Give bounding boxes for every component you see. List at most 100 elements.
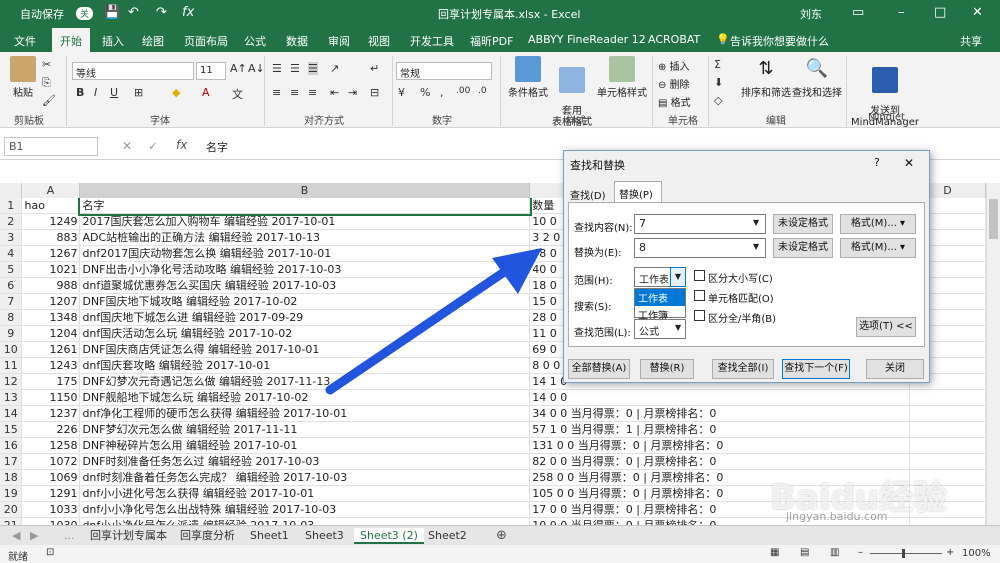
undo-icon[interactable]: ↶	[128, 5, 139, 20]
tab-replace[interactable]: 替换(P)	[614, 181, 662, 203]
replace-format-button[interactable]: 格式(M)... ▾	[840, 238, 916, 258]
orientation-icon[interactable]: ↗	[330, 62, 339, 75]
cell-c[interactable]: 57 1 0 当月得票：1 | 月票榜排名：0	[529, 421, 911, 438]
cell-a[interactable]: 1207	[21, 293, 81, 310]
align-middle-icon[interactable]: ☰	[290, 62, 300, 75]
row-header[interactable]: 1	[0, 198, 23, 214]
cell-b[interactable]: dnf时刻准备着任务怎么完成？ 编辑经验 2017-10-03	[79, 469, 531, 486]
tab-review[interactable]: 审阅	[328, 33, 350, 49]
tab-view[interactable]: 视图	[368, 33, 390, 49]
zoom-slider-thumb[interactable]	[902, 549, 905, 558]
sort-filter-button[interactable]: ⇅ 排序和筛选	[740, 56, 792, 99]
italic-button[interactable]: I	[94, 86, 97, 99]
cell-b[interactable]: DNF神秘碎片怎么用 编辑经验 2017-10-01	[79, 437, 531, 454]
find-all-button[interactable]: 查找全部(I)	[712, 359, 774, 379]
zoom-level[interactable]: 100%	[962, 548, 991, 559]
align-left-icon[interactable]: ≡	[272, 86, 281, 99]
ribbon-display-icon[interactable]: ▭	[852, 5, 864, 20]
fill-color-icon[interactable]: ◆	[172, 86, 180, 99]
conditional-format-button[interactable]: 条件格式	[506, 56, 550, 99]
enter-icon[interactable]: ✓	[148, 139, 158, 153]
replace-all-button[interactable]: 全部替换(A)	[568, 359, 630, 379]
maximize-icon[interactable]: □	[934, 5, 946, 20]
row-header[interactable]: 15	[0, 421, 23, 438]
macro-record-icon[interactable]: ⊡	[46, 547, 54, 558]
row-header[interactable]: 2	[0, 213, 23, 230]
zoom-slider[interactable]	[870, 553, 942, 554]
border-icon[interactable]: ⊞	[134, 86, 143, 99]
underline-button[interactable]: U	[110, 86, 118, 99]
cell-d[interactable]	[909, 389, 986, 406]
share-button[interactable]: 共享	[960, 33, 982, 49]
cell-a[interactable]: 1261	[21, 341, 81, 358]
sheet-tab-sheet3[interactable]: Sheet3	[305, 528, 344, 544]
format-painter-icon[interactable]: 🖌	[42, 94, 56, 107]
cell-a[interactable]: 1291	[21, 485, 81, 502]
select-all-corner[interactable]	[0, 183, 22, 198]
replace-history-dropdown-icon[interactable]: ▼	[753, 242, 759, 251]
row-header[interactable]: 3	[0, 229, 23, 246]
cell-style-button[interactable]: 单元格样式	[596, 56, 648, 99]
find-format-button[interactable]: 格式(M)... ▾	[840, 214, 916, 234]
insert-function-icon[interactable]: fx	[176, 138, 187, 152]
cell-c[interactable]: 131 0 0 当月得票：0 | 月票榜排名：0	[529, 437, 911, 454]
wrap-text-icon[interactable]: ↵	[370, 62, 379, 75]
increase-font-icon[interactable]: A↑	[230, 62, 247, 75]
cell-a[interactable]: 1033	[21, 501, 81, 518]
increase-decimal-icon[interactable]: .00	[456, 86, 470, 96]
cancel-icon[interactable]: ✕	[122, 139, 132, 153]
cell-c[interactable]: 14 0 0	[529, 389, 911, 406]
tab-developer[interactable]: 开发工具	[410, 33, 454, 49]
cell-a[interactable]: 1249	[21, 213, 81, 230]
tab-data[interactable]: 数据	[286, 33, 308, 49]
align-top-icon[interactable]: ☰	[272, 62, 282, 75]
replace-button[interactable]: 替换(R)	[640, 359, 694, 379]
formula-input[interactable]: 名字	[206, 139, 228, 155]
cell-a[interactable]: 1021	[21, 261, 81, 278]
decrease-font-icon[interactable]: A↓	[248, 62, 265, 75]
row-header[interactable]: 12	[0, 373, 23, 390]
within-dropdown-icon[interactable]: ▼	[670, 267, 686, 287]
cell-a[interactable]: 1204	[21, 325, 81, 342]
row-header[interactable]: 9	[0, 325, 23, 342]
page-break-view-icon[interactable]: ▥	[830, 547, 839, 558]
number-format-select[interactable]: 常规	[396, 62, 492, 80]
row-header[interactable]: 20	[0, 501, 23, 518]
autosum-icon[interactable]: Σ	[714, 58, 721, 71]
normal-view-icon[interactable]: ▦	[770, 547, 779, 558]
more-sheets-icon[interactable]: ...	[64, 528, 75, 544]
cell-c[interactable]: 82 0 0 当月得票：0 | 月票榜排名：0	[529, 453, 911, 470]
cell-b[interactable]: 2017国庆套怎么加入购物车 编辑经验 2017-10-01	[79, 213, 531, 230]
cut-icon[interactable]: ✂	[42, 58, 51, 71]
cell-a[interactable]: 1072	[21, 453, 81, 470]
phonetic-icon[interactable]: 文	[232, 86, 243, 102]
align-bottom-icon[interactable]: ☰	[308, 62, 318, 75]
tab-foxit-pdf[interactable]: 福昕PDF	[470, 33, 513, 49]
cell-d[interactable]	[909, 453, 986, 470]
find-next-button[interactable]: 查找下一个(F)	[782, 359, 850, 379]
match-case-checkbox[interactable]	[694, 270, 705, 281]
scroll-left-icon[interactable]: ◀	[12, 528, 20, 544]
fill-icon[interactable]: ⬇	[714, 76, 723, 89]
row-header[interactable]: 11	[0, 357, 23, 374]
row-header[interactable]: 5	[0, 261, 23, 278]
match-width-checkbox[interactable]	[694, 310, 705, 321]
cell-a[interactable]: 1258	[21, 437, 81, 454]
sheet-tab-sheet3-2[interactable]: Sheet3 (2)	[354, 528, 424, 544]
sheet-tab-hxfx[interactable]: 回享度分析	[180, 528, 235, 544]
user-name[interactable]: 刘东	[800, 6, 822, 22]
tab-formulas[interactable]: 公式	[244, 33, 266, 49]
tab-page-layout[interactable]: 页面布局	[184, 33, 228, 49]
autosave-toggle[interactable]: 关	[76, 7, 94, 20]
font-name-select[interactable]: 等线	[72, 62, 194, 80]
cell-a[interactable]: 1237	[21, 405, 81, 422]
increase-indent-icon[interactable]: ⇥	[348, 86, 357, 99]
tell-me-search[interactable]: 告诉我你想要做什么	[730, 33, 829, 49]
tab-acrobat[interactable]: ACROBAT	[648, 33, 700, 46]
within-option-sheet[interactable]: 工作表	[635, 289, 685, 306]
cell-a[interactable]: 883	[21, 229, 81, 246]
add-sheet-icon[interactable]: ⊕	[496, 528, 507, 544]
options-button[interactable]: 选项(T) <<	[856, 317, 916, 337]
font-size-select[interactable]: 11	[196, 62, 226, 80]
zoom-out-icon[interactable]: –	[858, 547, 863, 558]
